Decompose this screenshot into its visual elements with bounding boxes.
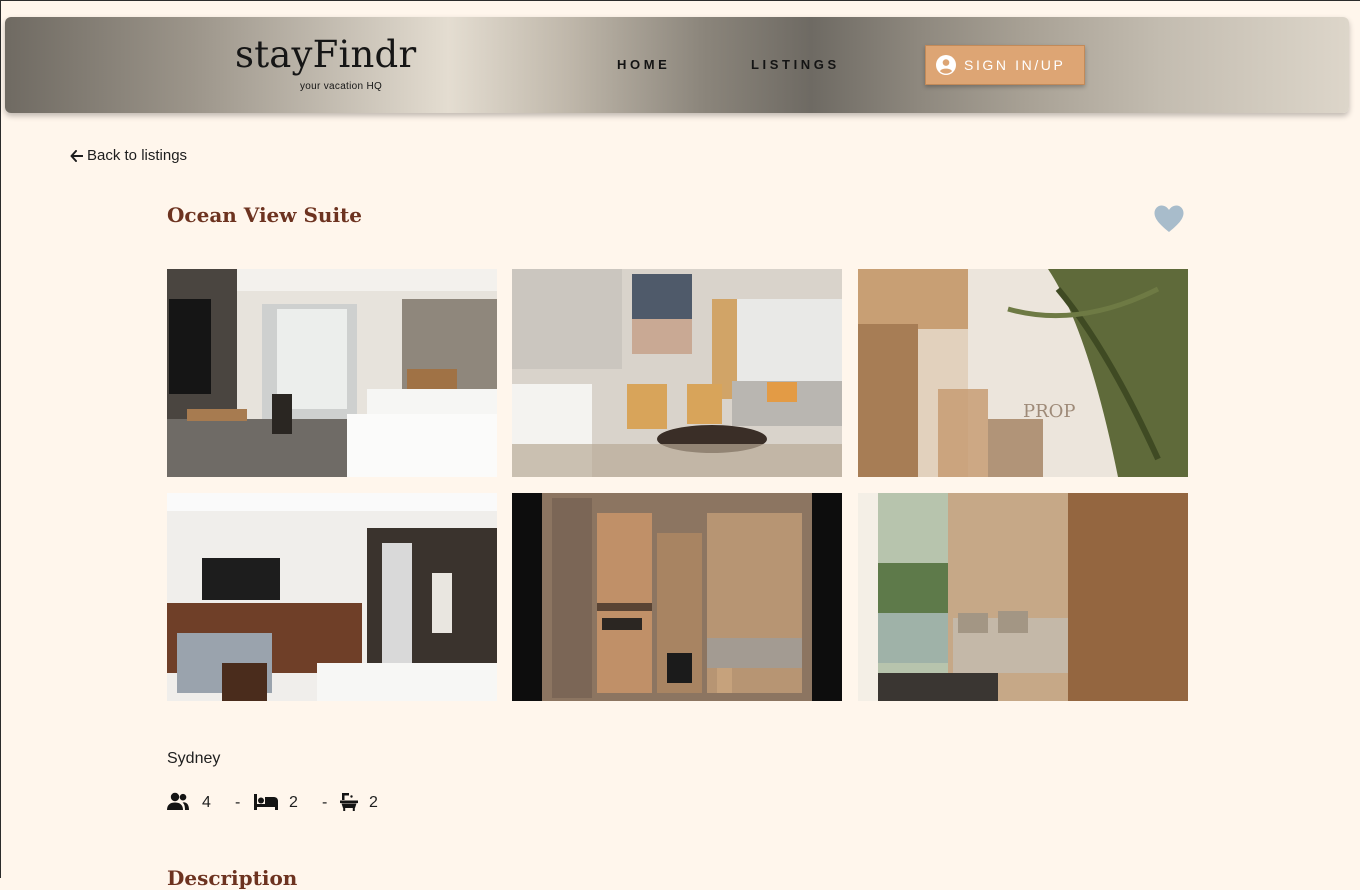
listing-title: Ocean View Suite	[167, 203, 362, 227]
room-photo: PROP	[858, 269, 1188, 477]
brand-logo[interactable]: stayFindr	[235, 33, 416, 76]
navbar: stayFindr your vacation HQ HOME LISTINGS…	[5, 17, 1349, 113]
nav-listings-link[interactable]: LISTINGS	[751, 57, 840, 72]
svg-text:PROP: PROP	[1023, 401, 1076, 422]
brand-tagline: your vacation HQ	[300, 81, 383, 92]
bath-icon	[340, 793, 358, 811]
left-border	[0, 0, 1, 878]
gallery-photo-1[interactable]	[167, 269, 497, 477]
arrow-left-icon	[70, 149, 83, 162]
bathrooms-count: 2	[369, 794, 378, 811]
room-photo	[167, 493, 497, 701]
heart-icon[interactable]	[1153, 204, 1185, 234]
guests-count: 4	[202, 794, 211, 811]
user-circle-icon	[936, 55, 956, 75]
sign-in-label: SIGN IN/UP	[964, 57, 1066, 73]
stat-separator: -	[322, 794, 328, 811]
sign-in-button[interactable]: SIGN IN/UP	[925, 45, 1085, 85]
users-icon	[167, 792, 189, 810]
room-photo	[512, 269, 842, 477]
bedrooms-count: 2	[289, 794, 298, 811]
gallery-photo-6[interactable]	[858, 493, 1188, 701]
gallery-photo-2[interactable]	[512, 269, 842, 477]
back-link-label: Back to listings	[87, 147, 188, 164]
gallery-photo-5[interactable]	[512, 493, 842, 701]
bed-icon	[254, 794, 278, 810]
room-photo	[512, 493, 842, 701]
back-to-listings-link[interactable]: Back to listings	[70, 147, 187, 164]
stat-separator: -	[235, 794, 241, 811]
room-photo	[858, 493, 1188, 701]
top-border	[0, 0, 1360, 1]
nav-home-link[interactable]: HOME	[617, 57, 670, 72]
description-heading: Description	[167, 866, 298, 890]
gallery-photo-4[interactable]	[167, 493, 497, 701]
listing-city: Sydney	[167, 750, 221, 767]
gallery-photo-3[interactable]: PROP	[858, 269, 1188, 477]
room-photo	[167, 269, 497, 477]
